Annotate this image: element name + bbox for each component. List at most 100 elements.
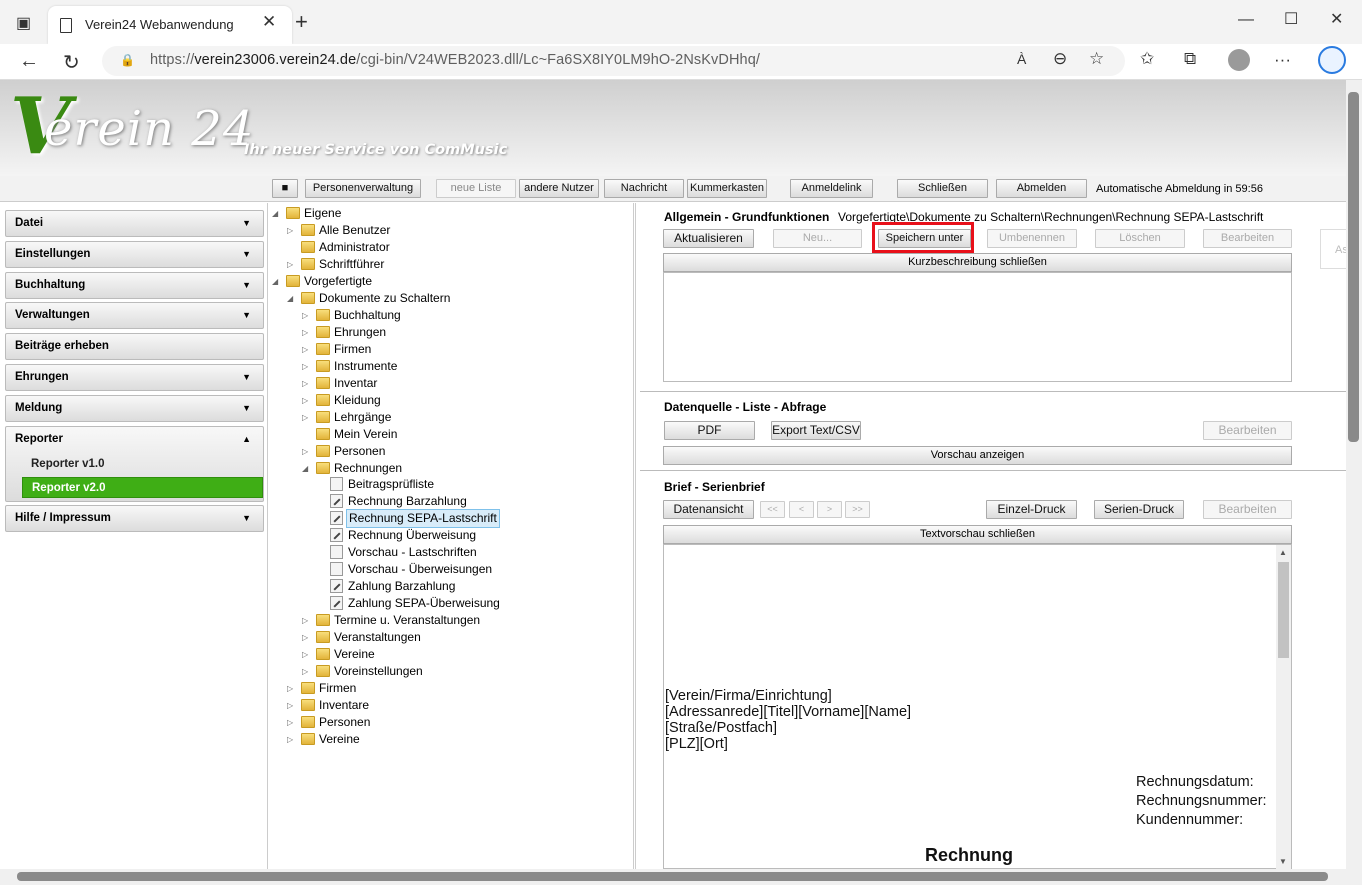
collapse-icon[interactable]: ◢ xyxy=(272,205,282,222)
expand-icon[interactable]: ▷ xyxy=(287,222,297,239)
kurzbeschreibung-button[interactable]: Kurzbeschreibung schließen xyxy=(663,253,1292,272)
collapse-icon[interactable]: ◢ xyxy=(272,273,282,290)
aktualisieren-button[interactable]: Aktualisieren xyxy=(663,229,754,248)
read-aloud-icon[interactable]: À xyxy=(1017,51,1026,67)
nachricht-button[interactable]: Nachricht xyxy=(604,179,684,198)
tab-actions-icon[interactable]: ▣ xyxy=(16,14,31,34)
tree-label: Personen xyxy=(319,715,371,729)
nav-reporter-v1[interactable]: Reporter v1.0 xyxy=(22,454,263,475)
expand-icon[interactable]: ▷ xyxy=(302,409,312,426)
datenansicht-button[interactable]: Datenansicht xyxy=(663,500,754,519)
reload-icon[interactable]: ↻ xyxy=(63,50,80,75)
folder-icon xyxy=(301,292,315,304)
zoom-icon[interactable]: ⊖ xyxy=(1053,49,1067,69)
neu-button[interactable]: Neu... xyxy=(773,229,862,248)
kummerkasten-button[interactable]: Kummerkasten xyxy=(687,179,767,198)
personenverwaltung-button[interactable]: Personenverwaltung xyxy=(305,179,421,198)
nav-reporter-v2[interactable]: Reporter v2.0 xyxy=(22,477,263,498)
bearbeiten-button[interactable]: Bearbeiten xyxy=(1203,229,1292,248)
menu-toggle-button[interactable]: ■ xyxy=(272,179,298,198)
pdf-button[interactable]: PDF xyxy=(664,421,755,440)
last-record-button[interactable]: >> xyxy=(845,501,870,518)
loeschen-button[interactable]: Löschen xyxy=(1095,229,1185,248)
next-record-button[interactable]: > xyxy=(817,501,842,518)
collapse-icon[interactable]: ◢ xyxy=(302,460,312,477)
nav-ehrungen[interactable]: Ehrungen ▼ xyxy=(5,364,264,391)
expand-icon[interactable]: ▷ xyxy=(302,612,312,629)
vorschau-anzeigen-button[interactable]: Vorschau anzeigen xyxy=(663,446,1292,465)
umbenennen-button[interactable]: Umbenennen xyxy=(987,229,1077,248)
nav-datei[interactable]: Datei ▼ xyxy=(5,210,264,237)
nav-buchhaltung[interactable]: Buchhaltung ▼ xyxy=(5,272,264,299)
minimize-icon[interactable]: — xyxy=(1238,10,1254,30)
bing-icon[interactable] xyxy=(1318,46,1346,74)
nav-hilfe-impressum[interactable]: Hilfe / Impressum ▼ xyxy=(5,505,264,532)
page-horizontal-thumb[interactable] xyxy=(17,872,1328,881)
expand-icon[interactable]: ▷ xyxy=(302,324,312,341)
andere-nutzer-button[interactable]: andere Nutzer xyxy=(519,179,599,198)
edit-document-icon xyxy=(330,511,343,525)
export-csv-button[interactable]: Export Text/CSV xyxy=(771,421,861,440)
expand-icon[interactable]: ▷ xyxy=(302,392,312,409)
collapse-icon[interactable]: ◢ xyxy=(287,290,297,307)
scroll-up-icon[interactable]: ▲ xyxy=(1279,548,1287,557)
neue-liste-button[interactable]: neue Liste xyxy=(436,179,516,198)
lock-icon[interactable]: 🔒 xyxy=(120,53,135,67)
maximize-icon[interactable]: ☐ xyxy=(1284,10,1298,30)
new-tab-icon[interactable]: + xyxy=(295,11,308,33)
scroll-down-icon[interactable]: ▼ xyxy=(1279,857,1287,866)
expand-icon[interactable]: ▷ xyxy=(302,443,312,460)
page-vertical-thumb[interactable] xyxy=(1348,92,1359,442)
nav-label: Datei xyxy=(15,217,44,229)
textvorschau-button[interactable]: Textvorschau schließen xyxy=(663,525,1292,544)
more-icon[interactable]: ··· xyxy=(1274,50,1291,70)
expand-icon[interactable]: ▷ xyxy=(287,256,297,273)
expand-icon[interactable]: ▷ xyxy=(302,307,312,324)
add-favorite-icon[interactable]: ☆ xyxy=(1089,49,1104,69)
schliessen-button[interactable]: Schließen xyxy=(897,179,988,198)
tree-label: Lehrgänge xyxy=(334,410,392,424)
logo-text: erein 24 xyxy=(44,101,255,157)
browser-tab[interactable]: Verein24 Webanwendung ✕ xyxy=(48,6,292,44)
expand-icon[interactable]: ▷ xyxy=(302,375,312,392)
invoice-date-label: Rechnungsdatum: xyxy=(1136,774,1254,790)
address-line: [Verein/Firma/Einrichtung] xyxy=(665,688,832,704)
back-icon[interactable]: ← xyxy=(19,50,39,73)
edit-document-icon xyxy=(330,579,343,593)
tree-label: Administrator xyxy=(319,240,390,254)
anmeldelink-button[interactable]: Anmeldelink xyxy=(790,179,873,198)
einzel-druck-button[interactable]: Einzel-Druck xyxy=(986,500,1077,519)
close-tab-icon[interactable]: ✕ xyxy=(262,12,276,32)
nav-beitraege-erheben[interactable]: Beiträge erheben xyxy=(5,333,264,360)
datenquelle-bearbeiten-button[interactable]: Bearbeiten xyxy=(1203,421,1292,440)
first-record-button[interactable]: << xyxy=(760,501,785,518)
nav-verwaltungen[interactable]: Verwaltungen ▼ xyxy=(5,302,264,329)
expand-icon[interactable]: ▷ xyxy=(302,341,312,358)
expand-icon[interactable]: ▷ xyxy=(287,697,297,714)
expand-icon[interactable]: ▷ xyxy=(287,731,297,748)
folder-icon xyxy=(316,394,330,406)
expand-icon[interactable]: ▷ xyxy=(302,663,312,680)
expand-icon[interactable]: ▷ xyxy=(302,358,312,375)
nav-einstellungen[interactable]: Einstellungen ▼ xyxy=(5,241,264,268)
expand-icon[interactable]: ▷ xyxy=(302,646,312,663)
profile-avatar[interactable] xyxy=(1228,49,1250,71)
collections-icon[interactable]: ⧉ xyxy=(1184,49,1196,69)
prev-record-button[interactable]: < xyxy=(789,501,814,518)
preview-scroll-thumb[interactable] xyxy=(1278,562,1289,658)
expand-icon[interactable]: ▷ xyxy=(287,714,297,731)
tree-label: Zahlung SEPA-Überweisung xyxy=(348,596,500,610)
expand-icon[interactable]: ▷ xyxy=(287,680,297,697)
description-textarea[interactable] xyxy=(663,272,1292,382)
close-window-icon[interactable]: ✕ xyxy=(1330,10,1343,30)
tree-label: Instrumente xyxy=(334,359,398,373)
serien-druck-button[interactable]: Serien-Druck xyxy=(1094,500,1184,519)
url-field[interactable]: 🔒 https://verein23006.verein24.de/cgi-bi… xyxy=(102,46,1125,76)
letter-preview[interactable]: [Verein/Firma/Einrichtung] [Adressanrede… xyxy=(663,544,1292,869)
abmelden-button[interactable]: Abmelden xyxy=(996,179,1087,198)
folder-icon xyxy=(316,631,330,643)
brief-bearbeiten-button[interactable]: Bearbeiten xyxy=(1203,500,1292,519)
nav-meldung[interactable]: Meldung ▼ xyxy=(5,395,264,422)
expand-icon[interactable]: ▷ xyxy=(302,629,312,646)
favorites-icon[interactable]: ✩ xyxy=(1140,49,1154,69)
